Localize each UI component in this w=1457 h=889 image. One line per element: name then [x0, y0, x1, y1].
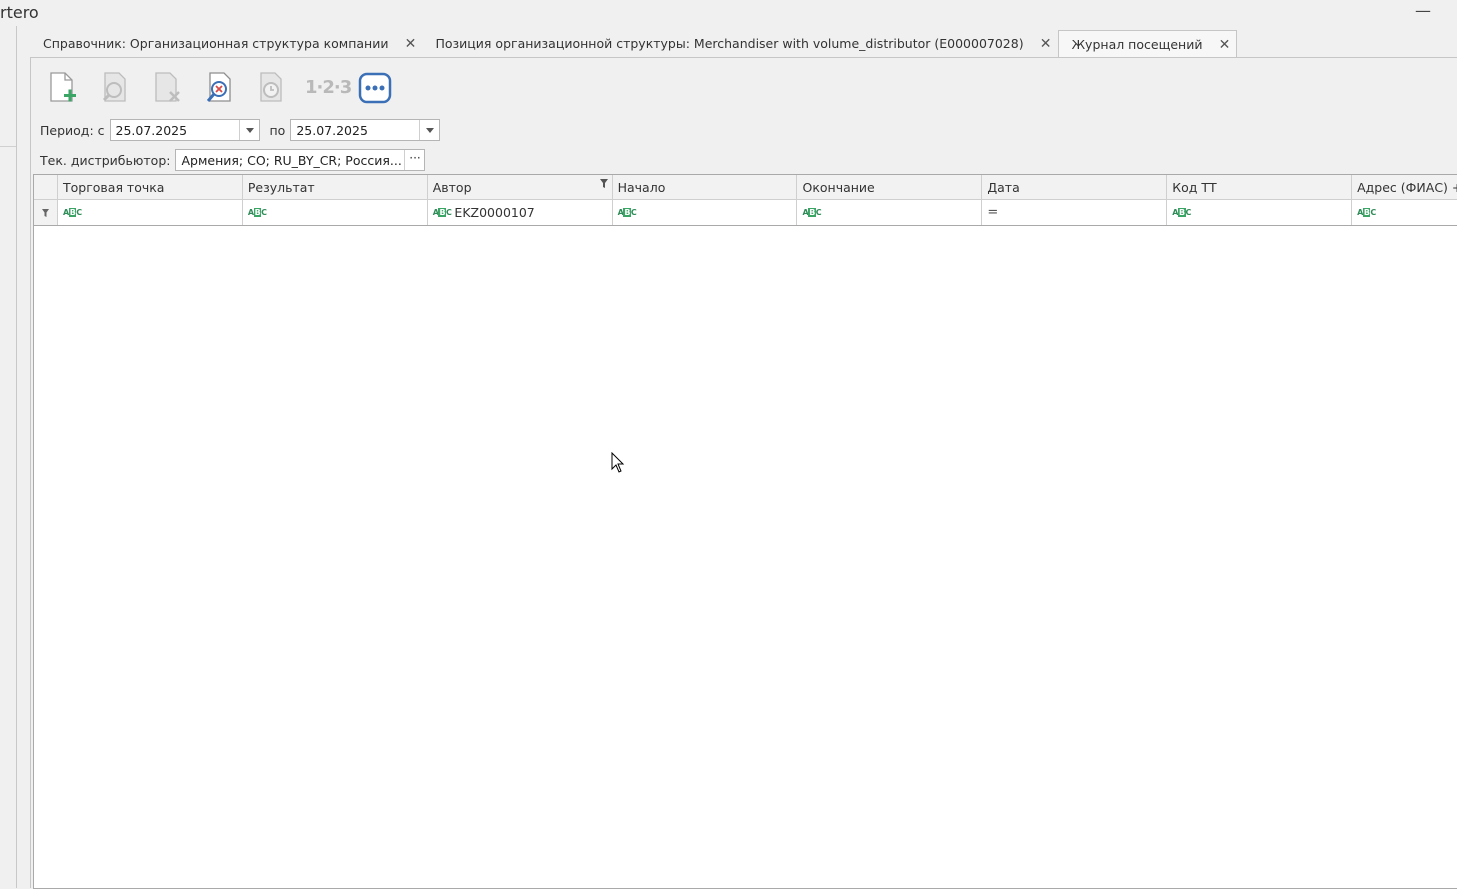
- column-header-result[interactable]: Результат: [243, 175, 428, 199]
- column-header-outlet[interactable]: Торговая точка: [58, 175, 243, 199]
- column-header-address[interactable]: Адрес (ФИАС) +: [1352, 175, 1457, 199]
- close-icon[interactable]: ✕: [1218, 38, 1231, 52]
- chevron-down-icon[interactable]: [419, 120, 439, 140]
- toolbar: 1·2·3: [45, 70, 409, 106]
- app-title: rtero: [0, 3, 39, 22]
- equals-operator: =: [987, 205, 999, 220]
- left-panel-strip[interactable]: [0, 26, 17, 888]
- distributor-filter: Тек. дистрибьютор: Армения; CO; RU_BY_CR…: [40, 149, 426, 171]
- tab-visit-journal[interactable]: Журнал посещений ✕: [1057, 30, 1238, 58]
- filter-row-indicator: [34, 200, 58, 225]
- delete-document-icon[interactable]: [149, 70, 185, 106]
- mouse-cursor-icon: [611, 452, 625, 473]
- date-to-value: 25.07.2025: [296, 122, 368, 138]
- tab-org-position[interactable]: Позиция организационной структуры: Merch…: [422, 30, 1057, 57]
- text-filter-icon: ABC: [247, 208, 267, 217]
- column-header-author[interactable]: Автор: [428, 175, 613, 199]
- visit-journal-panel: 1·2·3 Период: с 25.07.2025 по 25.07.2025…: [30, 57, 1457, 889]
- filter-cell-date[interactable]: =: [982, 200, 1168, 225]
- divider: [0, 146, 16, 147]
- title-bar: rtero —: [0, 0, 1457, 26]
- period-label: Период: с: [40, 122, 105, 138]
- tab-org-structure[interactable]: Справочник: Организационная структура ко…: [30, 30, 422, 57]
- date-from-value: 25.07.2025: [115, 122, 188, 138]
- tab-label: Позиция организационной структуры: Merch…: [435, 36, 1024, 51]
- close-icon[interactable]: ✕: [404, 37, 417, 51]
- filter-cell-result[interactable]: ABC: [243, 200, 428, 225]
- column-header-end[interactable]: Окончание: [797, 175, 983, 199]
- new-document-icon[interactable]: [45, 70, 81, 106]
- date-from-field[interactable]: 25.07.2025: [109, 119, 260, 141]
- filter-icon: [42, 209, 49, 217]
- text-filter-icon: ABC: [1357, 208, 1376, 217]
- column-header-date[interactable]: Дата: [982, 175, 1168, 199]
- filter-cell-author[interactable]: ABC EKZ0000107: [428, 200, 613, 225]
- distributor-value: Армения; CO; RU_BY_CR; Россия...: [181, 152, 402, 168]
- filter-row: ABC ABC ABC EKZ0000107 ABC ABC = ABC ABC: [34, 200, 1457, 226]
- filter-icon[interactable]: [599, 179, 608, 188]
- ellipsis-button[interactable]: ···: [404, 150, 424, 170]
- filter-cell-start[interactable]: ABC: [613, 200, 798, 225]
- filter-cell-outlet[interactable]: ABC: [58, 200, 243, 225]
- text-filter-icon: ABC: [1172, 208, 1191, 217]
- distributor-field[interactable]: Армения; CO; RU_BY_CR; Россия... ···: [175, 149, 426, 171]
- filter-cell-outlet-code[interactable]: ABC: [1167, 200, 1353, 225]
- date-to-field[interactable]: 25.07.2025: [290, 119, 441, 141]
- close-icon[interactable]: ✕: [1040, 37, 1052, 51]
- more-icon[interactable]: [357, 70, 393, 106]
- history-clock-icon[interactable]: [253, 70, 289, 106]
- grid-header: Торговая точка Результат Автор Начало Ок…: [34, 175, 1457, 200]
- text-filter-icon: ABC: [802, 208, 822, 217]
- search-cancel-icon[interactable]: [201, 70, 237, 106]
- tab-label: Журнал посещений: [1071, 37, 1203, 52]
- filter-cell-end[interactable]: ABC: [797, 200, 983, 225]
- text-filter-icon: ABC: [432, 208, 452, 217]
- filter-cell-address[interactable]: ABC: [1352, 200, 1457, 225]
- to-label: по: [269, 122, 286, 138]
- minimize-button[interactable]: —: [1413, 2, 1433, 22]
- row-indicator-header: [34, 175, 58, 199]
- text-filter-icon: ABC: [62, 208, 82, 217]
- numbering-icon[interactable]: 1·2·3: [305, 70, 352, 106]
- column-header-start[interactable]: Начало: [613, 175, 798, 199]
- chevron-down-icon[interactable]: [238, 120, 259, 140]
- tab-label: Справочник: Организационная структура ко…: [43, 36, 389, 51]
- distributor-label: Тек. дистрибьютор:: [40, 152, 171, 168]
- search-document-icon[interactable]: [97, 70, 133, 106]
- period-filter: Период: с 25.07.2025 по 25.07.2025: [40, 119, 441, 141]
- tab-bar: Справочник: Организационная структура ко…: [30, 30, 1238, 58]
- visits-grid: Торговая точка Результат Автор Начало Ок…: [33, 174, 1457, 889]
- column-header-outlet-code[interactable]: Код ТТ: [1167, 175, 1353, 199]
- text-filter-icon: ABC: [617, 208, 637, 217]
